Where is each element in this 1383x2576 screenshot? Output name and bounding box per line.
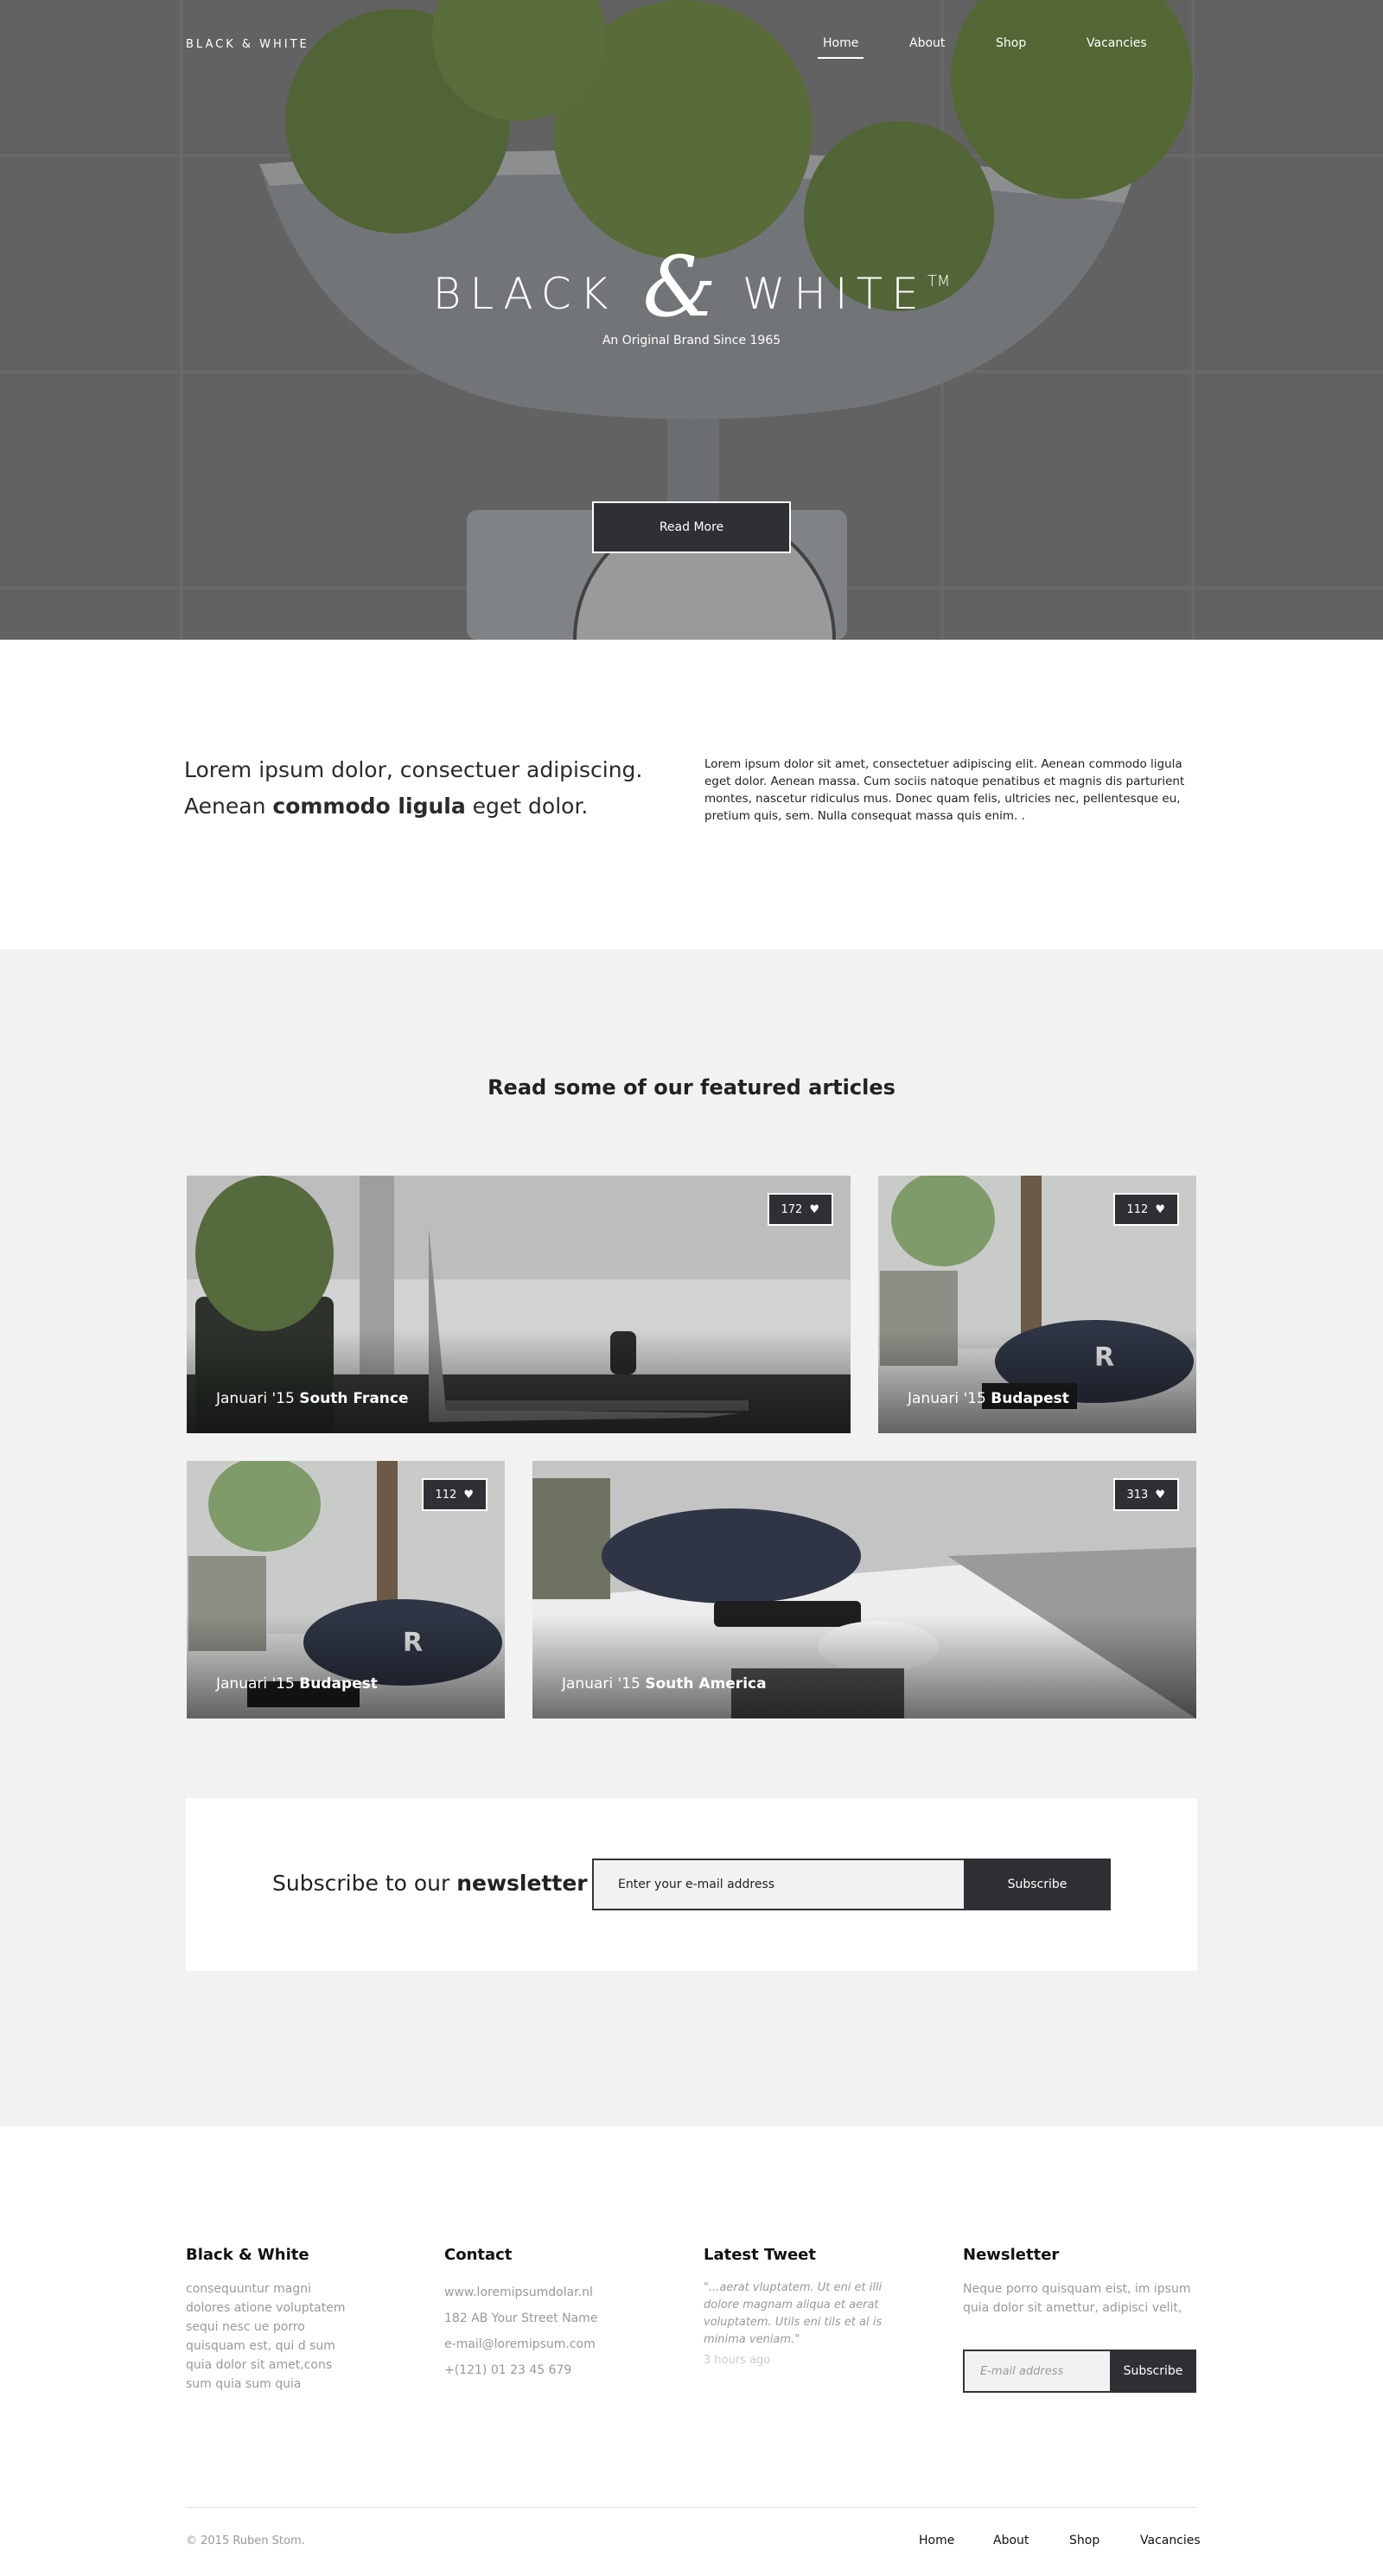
footer-about-text: consequuntur magni dolores atione volupt…: [186, 2282, 346, 2391]
footer-subscribe-button[interactable]: Subscribe: [1110, 2350, 1196, 2393]
featured-heading-bold: featured articles: [700, 1075, 895, 1100]
intro-headline-bold: commodo ligula: [272, 794, 466, 819]
hero-title: BLACK & WHITETM: [0, 239, 1383, 335]
hero-section: BLACK & WHITE Home About Shop Vacancies …: [0, 0, 1383, 640]
footer-divider: [186, 2507, 1197, 2508]
article-place: South France: [299, 1390, 409, 1407]
footer-contact-column: Contact www.loremipsumdolar.nl 182 AB Yo…: [444, 2246, 652, 2383]
article-place: Budapest: [299, 1675, 378, 1693]
subscribe-email-input[interactable]: Enter your e-mail address: [592, 1859, 964, 1910]
likes-badge[interactable]: 112 ♥: [1112, 1193, 1179, 1226]
footer-contact-title: Contact: [444, 2246, 513, 2264]
hero-title-white: WHITE: [742, 269, 927, 319]
article-caption: Januari '15 South France: [216, 1390, 409, 1407]
article-date: Januari '15: [216, 1390, 295, 1407]
nav-shop-link[interactable]: Shop: [996, 36, 1026, 50]
article-card-budapest[interactable]: R 112♥ Januari '15 Budapest: [878, 1176, 1196, 1433]
heart-icon: ♥: [463, 1488, 474, 1502]
subscribe-title-pre: Subscribe to our: [272, 1871, 457, 1896]
featured-heading-pre: Read some of our: [488, 1075, 701, 1100]
read-more-button[interactable]: Read More: [592, 501, 791, 553]
nav-home-link[interactable]: Home: [817, 36, 864, 59]
contact-website[interactable]: www.loremipsumdolar.nl: [444, 2280, 652, 2305]
likes-badge[interactable]: 172 ♥: [767, 1193, 833, 1226]
contact-email[interactable]: e-mail@loremipsum.com: [444, 2331, 652, 2357]
likes-count: 313: [1126, 1488, 1149, 1502]
copyright-text: © 2015 Ruben Stom.: [186, 2535, 305, 2547]
heart-icon: ♥: [809, 1202, 819, 1216]
brand-logo-text[interactable]: BLACK & WHITE: [186, 38, 309, 51]
footer-newsletter-column: Newsletter Neque porro quisquam eist, im…: [963, 2246, 1198, 2401]
article-caption: Januari '15 Budapest: [908, 1390, 1069, 1407]
newsletter-subscribe-box: Subscribe to our newsletter Enter your e…: [186, 1798, 1197, 1971]
article-card-south-france[interactable]: 172 ♥ Januari '15 South France: [187, 1176, 851, 1433]
card-shade: [878, 1329, 1196, 1433]
intro-headline-line2-pre: Aenean: [184, 794, 273, 819]
subscribe-title-bold: newsletter: [456, 1871, 588, 1896]
hero-subtitle: An Original Brand Since 1965: [602, 334, 781, 348]
heart-icon: ♥: [1155, 1488, 1165, 1502]
heart-icon: ♥: [1155, 1202, 1165, 1216]
footer-tweet-title: Latest Tweet: [704, 2246, 816, 2264]
contact-address: 182 AB Your Street Name: [444, 2311, 598, 2325]
subscribe-title: Subscribe to our newsletter: [272, 1871, 588, 1896]
article-place: South America: [645, 1675, 767, 1693]
footer-nav-home[interactable]: Home: [919, 2534, 954, 2547]
card-shade: [187, 1615, 505, 1718]
subscribe-button[interactable]: Subscribe: [964, 1859, 1111, 1910]
hero-title-black: BLACK: [432, 269, 617, 319]
footer-nav-about[interactable]: About: [993, 2534, 1029, 2547]
latest-tweet-text: "...aerat vluptatem. Ut eni et illi dolo…: [704, 2281, 883, 2346]
footer-newsletter-text: Neque porro quisquam eist, im ipsum quia…: [963, 2282, 1191, 2315]
likes-count: 172: [781, 1202, 803, 1216]
likes-count: 112: [435, 1488, 457, 1502]
article-date: Januari '15: [216, 1675, 295, 1693]
article-place: Budapest: [991, 1390, 1069, 1407]
nav-vacancies-link[interactable]: Vacancies: [1087, 36, 1147, 50]
article-card-south-america[interactable]: 313 ♥ Januari '15 South America: [532, 1461, 1196, 1718]
nav-about-link[interactable]: About: [909, 36, 945, 50]
likes-badge[interactable]: 313 ♥: [1112, 1478, 1179, 1511]
article-card-budapest-2[interactable]: R 112♥ Januari '15 Budapest: [187, 1461, 505, 1718]
intro-paragraph: Lorem ipsum dolor sit amet, consectetuer…: [704, 757, 1185, 823]
intro-headline-line2-post: eget dolor.: [465, 794, 589, 819]
likes-count: 112: [1126, 1202, 1149, 1216]
tweet-timestamp: 3 hours ago: [704, 2354, 771, 2367]
article-caption: Januari '15 Budapest: [216, 1675, 378, 1693]
likes-badge[interactable]: 112 ♥: [421, 1478, 488, 1511]
intro-headline-line1: Lorem ipsum dolor, consectuer adipiscing…: [184, 757, 643, 782]
footer-about-column: Black & White consequuntur magni dolores…: [186, 2246, 359, 2394]
contact-phone: +(121) 01 23 45 679: [444, 2363, 572, 2377]
trademark-mark: TM: [927, 272, 951, 290]
footer-nav-vacancies[interactable]: Vacancies: [1140, 2534, 1201, 2547]
footer-nav-shop[interactable]: Shop: [1069, 2534, 1099, 2547]
card-shade: [532, 1615, 1196, 1718]
footer-email-input[interactable]: E-mail address: [963, 2350, 1110, 2393]
featured-heading: Read some of our featured articles: [0, 1075, 1383, 1100]
article-caption: Januari '15 South America: [562, 1675, 767, 1693]
intro-headline: Lorem ipsum dolor, consectuer adipiscing…: [184, 752, 651, 825]
footer-newsletter-title: Newsletter: [963, 2246, 1060, 2264]
hero-title-ampersand: &: [642, 239, 717, 335]
footer-tweet-column: Latest Tweet "...aerat vluptatem. Ut eni…: [704, 2246, 885, 2367]
footer-about-title: Black & White: [186, 2246, 309, 2264]
card-shade: [187, 1329, 851, 1433]
article-date: Januari '15: [908, 1390, 986, 1407]
article-date: Januari '15: [562, 1675, 641, 1693]
